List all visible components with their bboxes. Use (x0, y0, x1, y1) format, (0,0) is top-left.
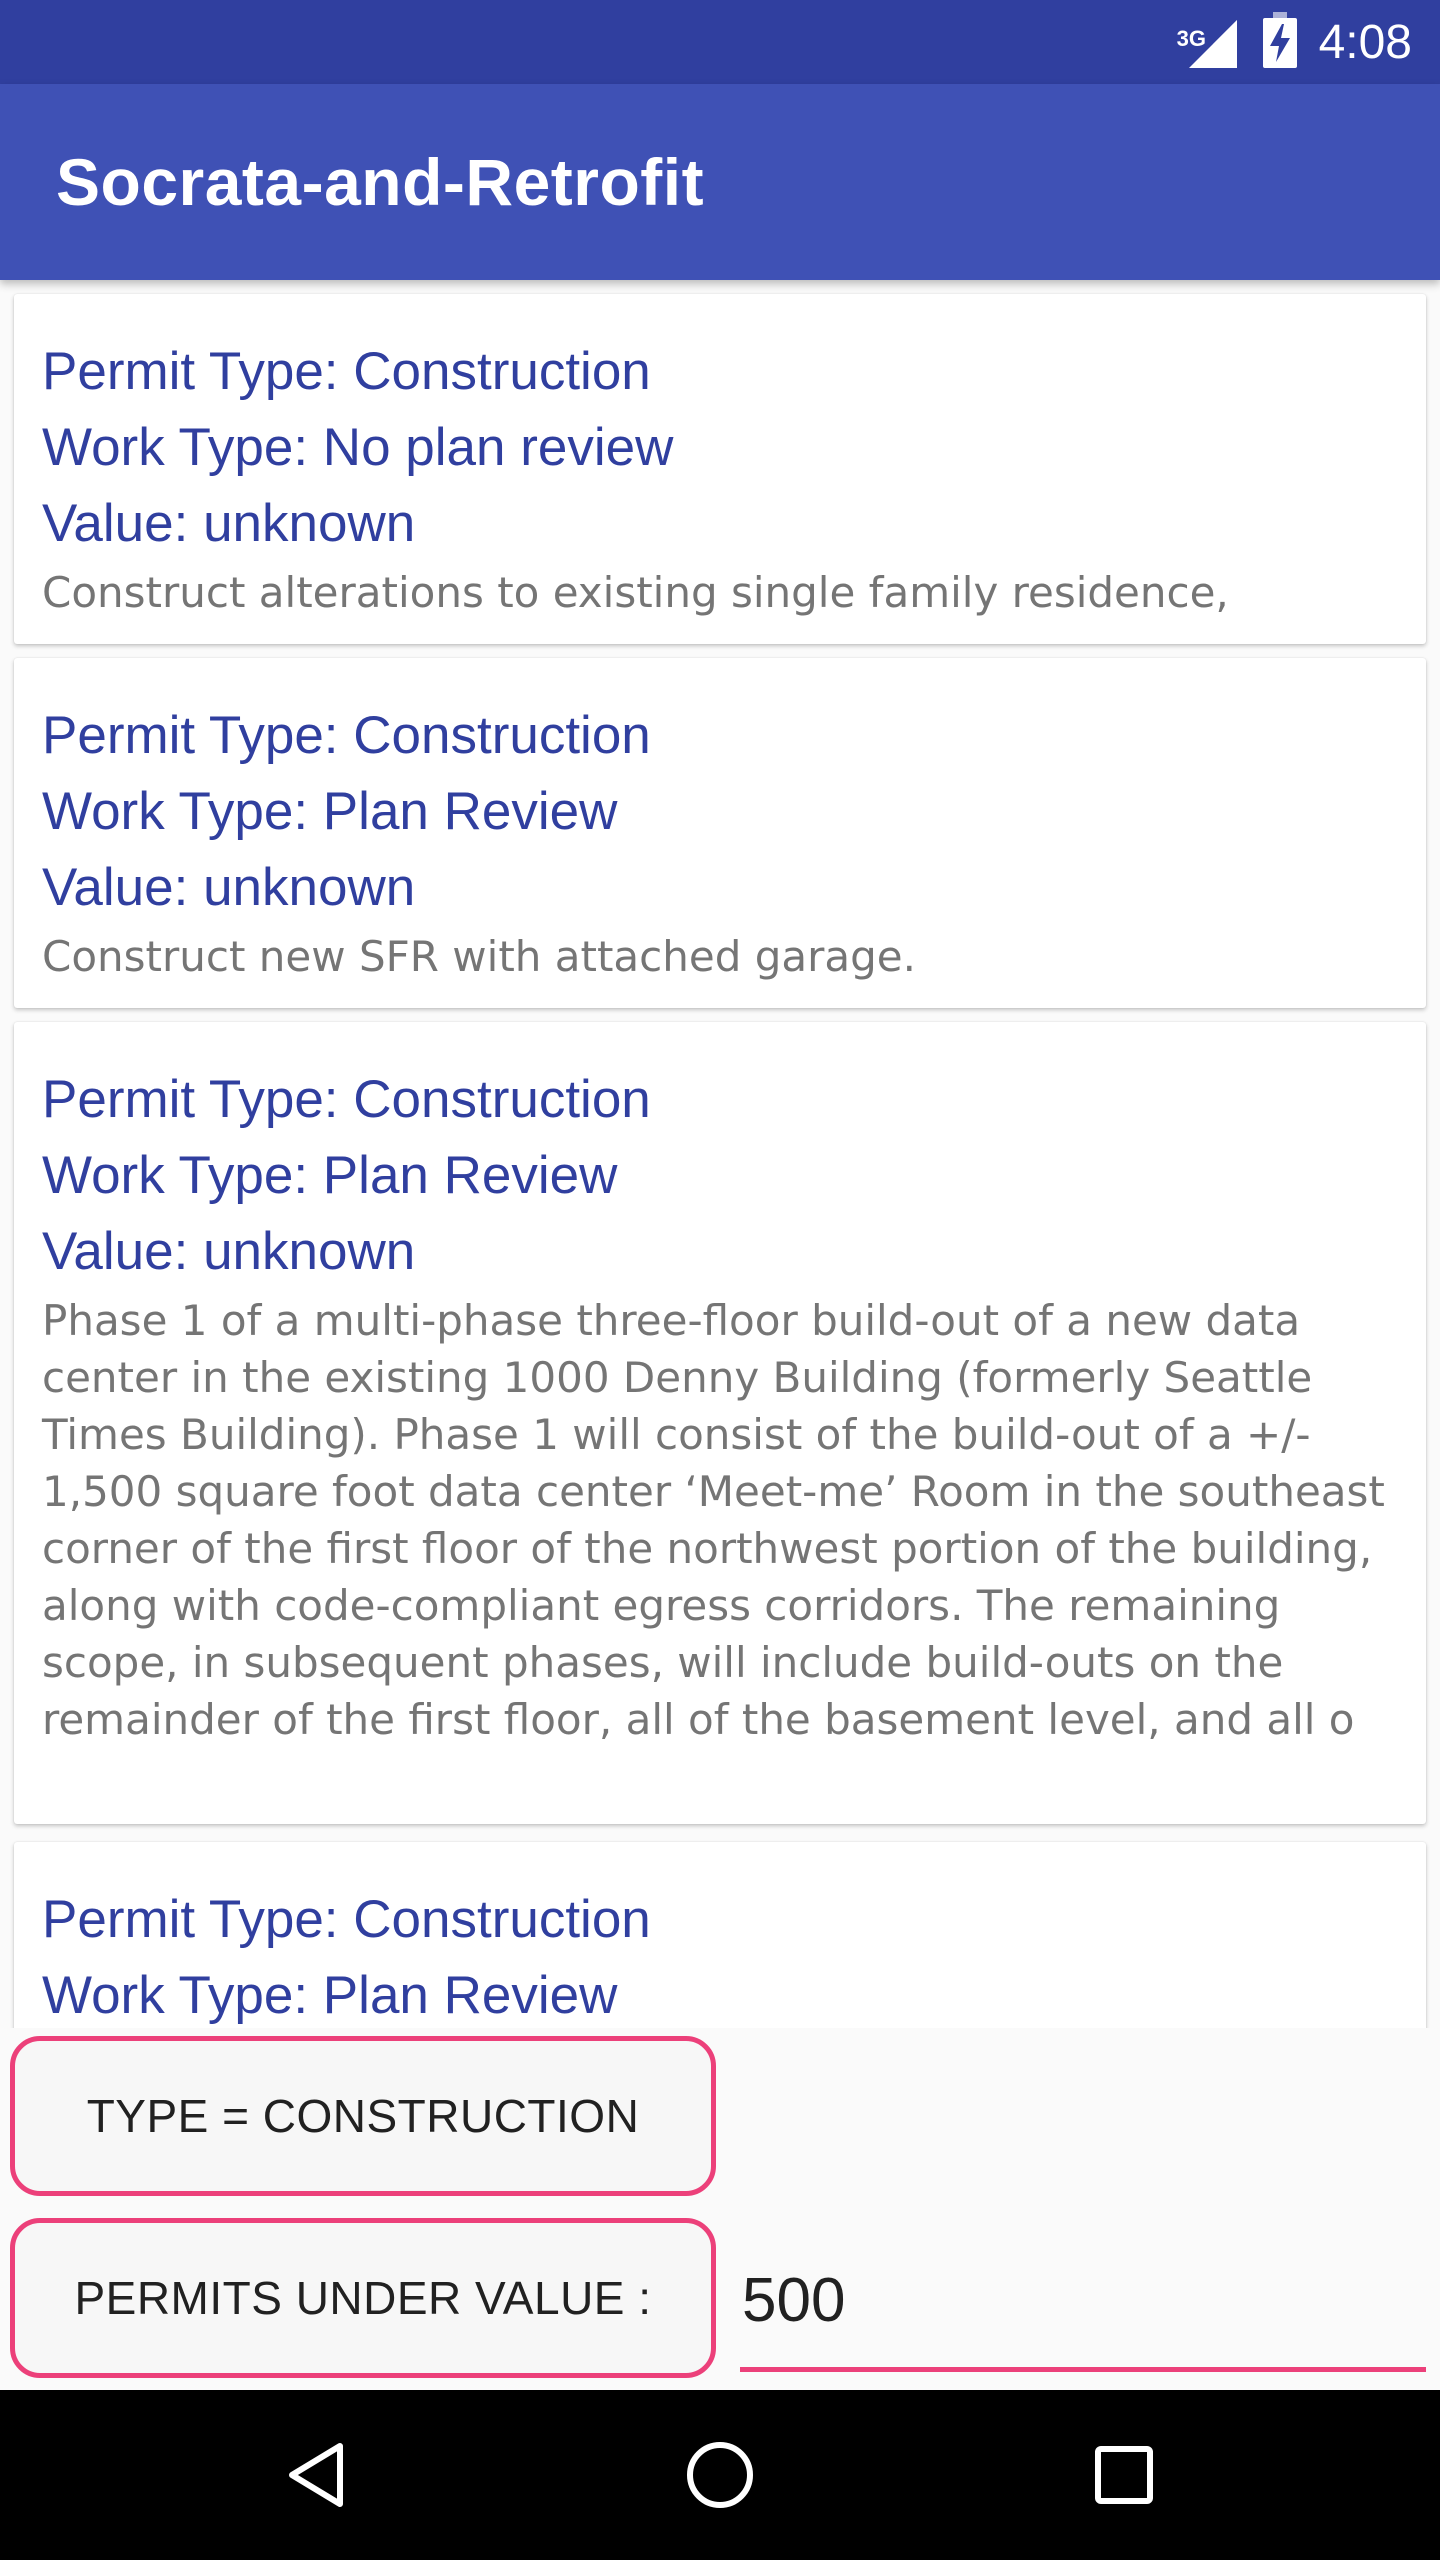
permit-type: Permit Type: Construction (42, 1890, 651, 1949)
permit-type: Permit Type: Construction (42, 706, 651, 765)
permit-description: Phase 1 of a multi-phase three-floor bui… (42, 1296, 1385, 1744)
type-filter-button[interactable]: TYPE = CONSTRUCTION (10, 2036, 716, 2196)
recents-button[interactable] (1024, 2390, 1224, 2560)
work-type: Work Type: Plan Review (42, 1146, 618, 1205)
status-bar: 3G 4:08 (0, 0, 1440, 84)
home-button[interactable] (620, 2390, 820, 2560)
permit-list[interactable]: Permit Type: Construction Work Type: No … (0, 280, 1440, 2028)
back-button[interactable] (216, 2390, 416, 2560)
permit-card[interactable]: Permit Type: Construction Work Type: No … (14, 294, 1426, 644)
work-type: Work Type: Plan Review (42, 1966, 618, 2025)
permit-value: Value: unknown (42, 1222, 416, 1281)
permit-description: Construct alterations to existing single… (42, 568, 1229, 617)
permit-type: Permit Type: Construction (42, 342, 651, 401)
signal-icon: 3G (1177, 14, 1241, 70)
recents-icon (1095, 2446, 1153, 2504)
value-input[interactable] (740, 2242, 1426, 2372)
app-title: Socrata-and-Retrofit (56, 145, 705, 219)
back-icon (289, 2443, 343, 2507)
navigation-bar (0, 2390, 1440, 2560)
work-type: Work Type: Plan Review (42, 782, 618, 841)
permit-type: Permit Type: Construction (42, 1070, 651, 1129)
value-filter-button[interactable]: PERMITS UNDER VALUE : (10, 2218, 716, 2378)
filter-panel: TYPE = CONSTRUCTION PERMITS UNDER VALUE … (0, 2028, 1440, 2390)
permit-card[interactable]: Permit Type: Construction Work Type: Pla… (14, 1022, 1426, 1824)
battery-charging-icon (1262, 12, 1297, 72)
status-time: 4:08 (1318, 15, 1412, 69)
home-icon (687, 2442, 753, 2508)
work-type: Work Type: No plan review (42, 418, 674, 477)
permit-card[interactable]: Permit Type: Construction Work Type: Pla… (14, 1842, 1426, 2028)
permit-description: Construct new SFR with attached garage. (42, 932, 916, 981)
status-icons: 3G 4:08 (1177, 0, 1412, 84)
permit-card[interactable]: Permit Type: Construction Work Type: Pla… (14, 658, 1426, 1008)
permit-value: Value: unknown (42, 494, 416, 553)
app-bar: Socrata-and-Retrofit (0, 84, 1440, 280)
permit-value: Value: unknown (42, 858, 416, 917)
network-type-label: 3G (1176, 26, 1206, 51)
